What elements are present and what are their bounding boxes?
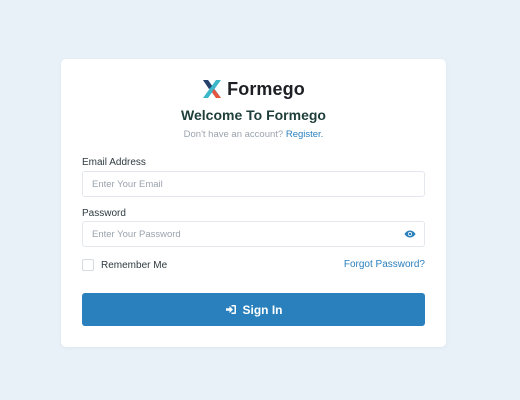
password-field-wrapper: [82, 221, 425, 247]
eye-icon[interactable]: [404, 229, 416, 239]
no-account-text: Don't have an account?: [183, 129, 284, 140]
remember-me-checkbox[interactable]: [82, 259, 94, 271]
brand-name: Formego: [227, 78, 305, 99]
email-input[interactable]: [83, 172, 392, 196]
password-label: Password: [82, 208, 126, 219]
forgot-password-link[interactable]: Forgot Password?: [344, 259, 425, 270]
page-title: Welcome To Formego: [181, 107, 326, 123]
remember-me-toggle[interactable]: Remember Me: [82, 259, 167, 271]
email-label: Email Address: [82, 157, 146, 168]
formego-logo-icon: [203, 80, 222, 98]
email-field-wrapper: [82, 171, 425, 197]
sign-in-icon: [225, 305, 236, 314]
password-input[interactable]: [83, 222, 392, 246]
remember-me-label: Remember Me: [101, 259, 168, 271]
sign-in-label: Sign In: [242, 302, 283, 317]
brand: Formego: [61, 78, 446, 100]
register-link[interactable]: Register.: [286, 129, 324, 140]
sign-in-button[interactable]: Sign In: [82, 293, 425, 326]
register-prompt: Don't have an account? Register.: [61, 129, 446, 140]
login-card: Formego Welcome To Formego Don't have an…: [61, 59, 446, 347]
